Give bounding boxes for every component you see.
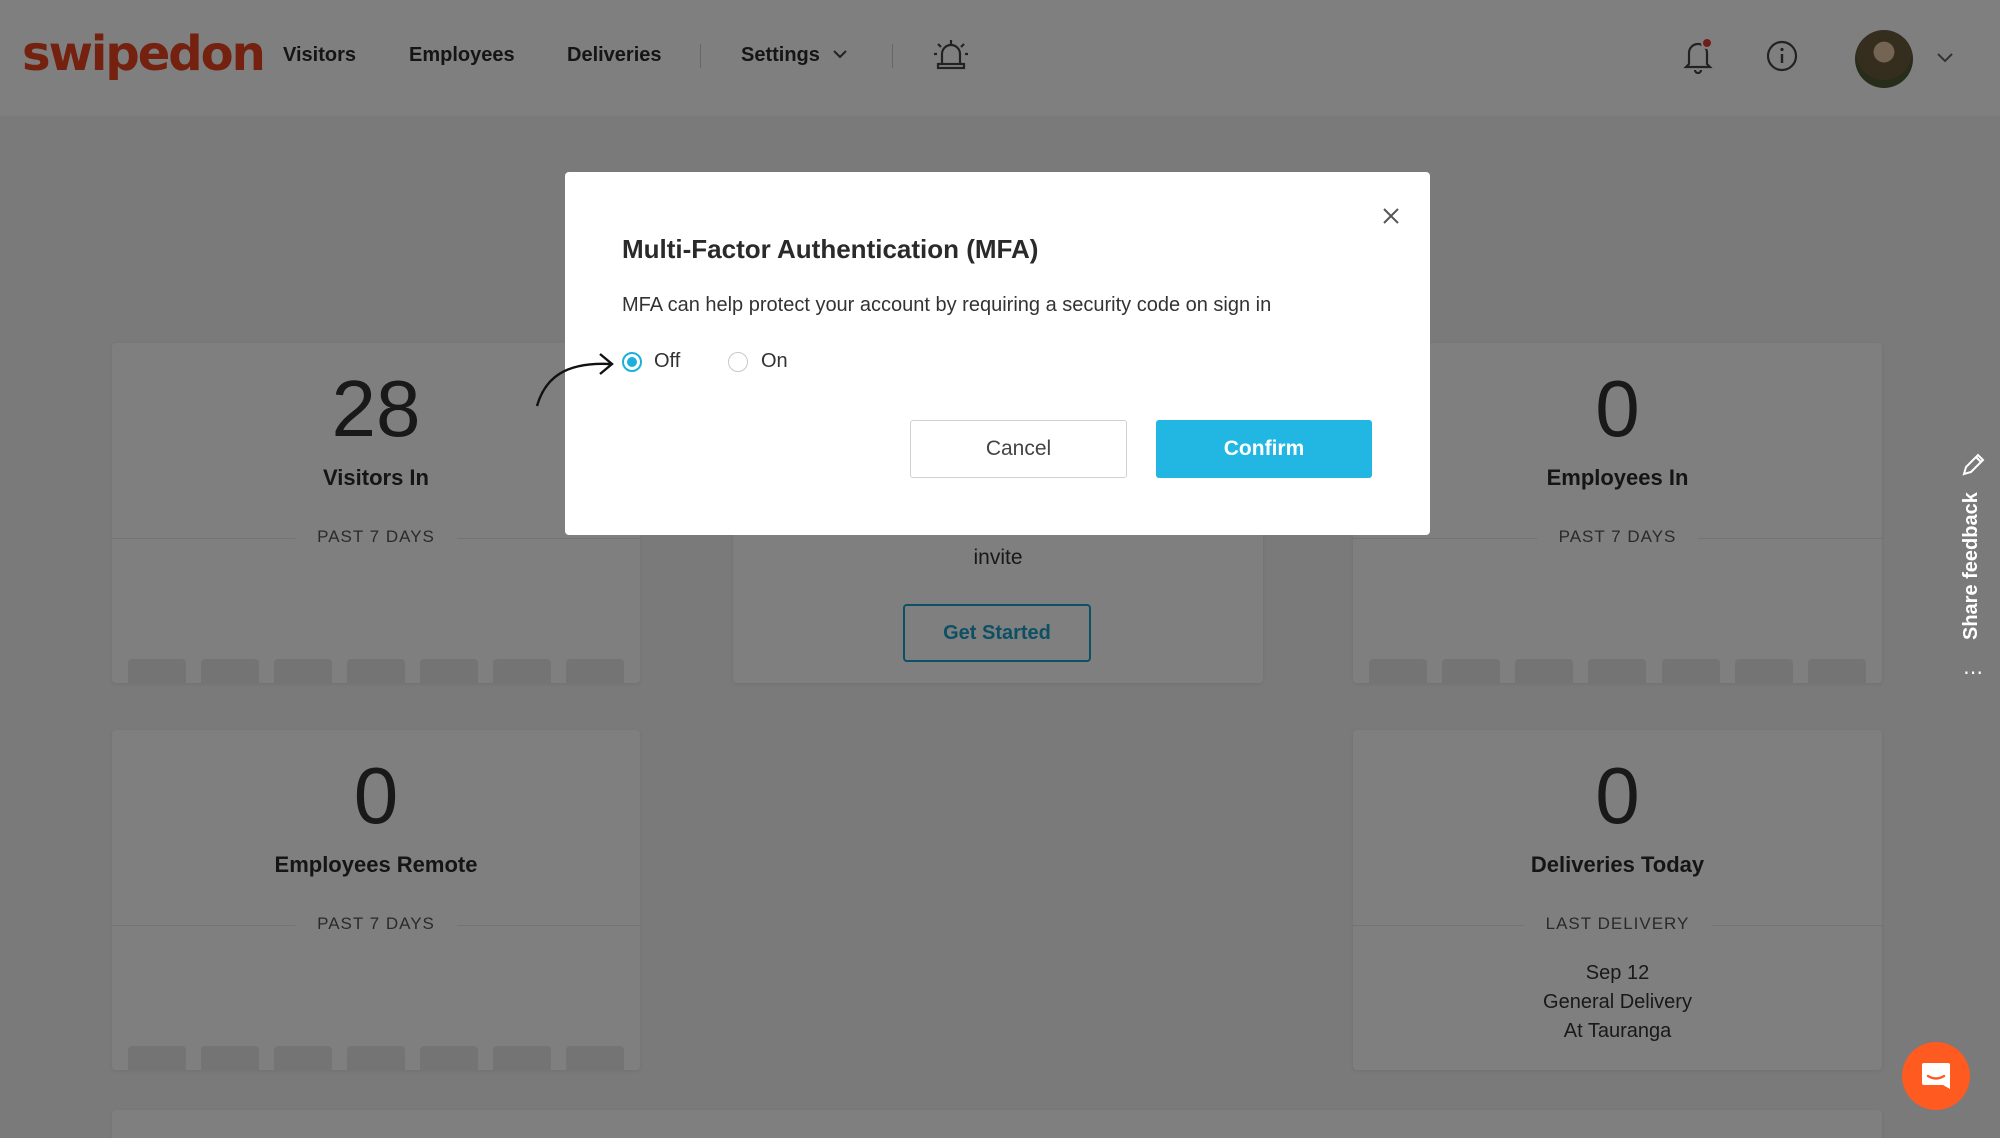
dialog-title: Multi-Factor Authentication (MFA) bbox=[622, 234, 1039, 264]
mfa-dialog bbox=[565, 172, 1430, 535]
mfa-off-radio[interactable] bbox=[622, 352, 642, 372]
modal-backdrop[interactable] bbox=[0, 0, 2000, 1138]
chat-icon bbox=[1922, 1063, 1950, 1089]
mfa-on-label[interactable]: On bbox=[761, 350, 788, 373]
confirm-button[interactable]: Confirm bbox=[1156, 420, 1372, 478]
mfa-on-radio[interactable] bbox=[728, 352, 748, 372]
chat-launcher-button[interactable] bbox=[1902, 1042, 1970, 1110]
cancel-button[interactable]: Cancel bbox=[910, 420, 1127, 478]
more-dots-icon[interactable]: ⋯ bbox=[1963, 660, 1983, 685]
pencil-icon bbox=[1962, 453, 1985, 476]
mfa-off-label[interactable]: Off bbox=[654, 350, 680, 373]
close-icon[interactable] bbox=[1380, 205, 1402, 227]
dialog-description: MFA can help protect your account by req… bbox=[622, 294, 1272, 316]
share-feedback-label[interactable]: Share feedback bbox=[1960, 492, 1983, 640]
arrow-pointer-icon bbox=[535, 353, 614, 407]
